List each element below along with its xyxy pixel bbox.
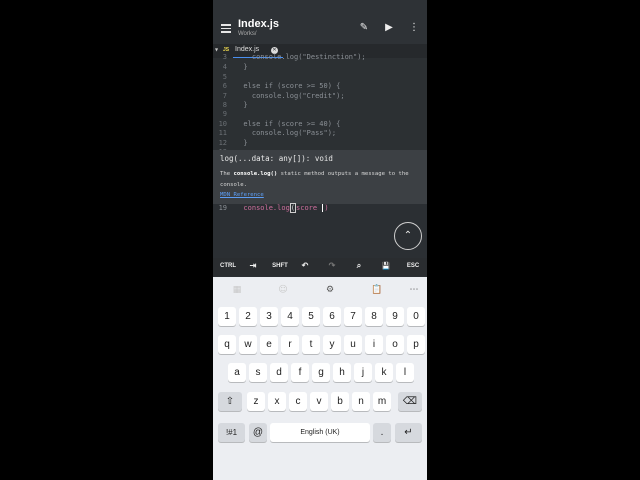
text-cursor bbox=[322, 204, 324, 212]
signature-text: log(...data: any[]): void bbox=[220, 154, 333, 163]
key-c[interactable]: c bbox=[289, 392, 307, 411]
key-b[interactable]: b bbox=[331, 392, 349, 411]
key-2[interactable]: 2 bbox=[239, 307, 257, 326]
esc-key[interactable]: ESC bbox=[405, 263, 421, 269]
key-w[interactable]: w bbox=[239, 335, 257, 354]
symbols-key[interactable]: !#1 bbox=[218, 423, 245, 442]
key-o[interactable]: o bbox=[386, 335, 404, 354]
keyboard-toolbar: ▦ ☺ ⚙ 📋 ⋯ bbox=[213, 277, 427, 303]
search-icon[interactable]: ⌕ bbox=[353, 261, 365, 271]
more-icon[interactable]: ⋮ bbox=[408, 22, 420, 34]
code-line: 11 console.log("Pass"); bbox=[218, 129, 337, 137]
tab-key-icon[interactable]: ⇥ bbox=[245, 261, 261, 270]
key-0[interactable]: 0 bbox=[407, 307, 425, 326]
key-3[interactable]: 3 bbox=[260, 307, 278, 326]
run-icon[interactable]: ▶ bbox=[383, 22, 395, 34]
code-line: 9 bbox=[222, 110, 227, 118]
layout-icon[interactable]: ▦ bbox=[231, 284, 243, 296]
key-x[interactable]: x bbox=[268, 392, 286, 411]
code-line: 4 } bbox=[222, 63, 248, 71]
key-i[interactable]: i bbox=[365, 335, 383, 354]
file-title: Index.js bbox=[238, 18, 279, 30]
settings-gear-icon[interactable]: ⚙ bbox=[324, 284, 336, 296]
code-editor[interactable]: 3 console.log("Destinction"); 4 } 5 6 el… bbox=[213, 53, 427, 156]
key-r[interactable]: r bbox=[281, 335, 299, 354]
key-8[interactable]: 8 bbox=[365, 307, 383, 326]
key-7[interactable]: 7 bbox=[344, 307, 362, 326]
undo-icon[interactable]: ↶ bbox=[299, 261, 311, 270]
edit-icon[interactable]: ✎ bbox=[358, 22, 370, 34]
key-p[interactable]: p bbox=[407, 335, 425, 354]
key-v[interactable]: v bbox=[310, 392, 328, 411]
mdn-reference-link[interactable]: MDN Reference bbox=[220, 192, 264, 198]
key-q[interactable]: q bbox=[218, 335, 236, 354]
more-options-icon[interactable]: ⋯ bbox=[408, 284, 420, 296]
backspace-icon[interactable]: ⌫ bbox=[398, 392, 422, 411]
phone-screen: Index.js Works/ ✎ ▶ ⋮ ▼ JS Index.js ✕ 3 … bbox=[213, 0, 427, 480]
key-n[interactable]: n bbox=[352, 392, 370, 411]
key-h[interactable]: h bbox=[333, 363, 351, 382]
tab-label: Index.js bbox=[235, 46, 260, 53]
key-d[interactable]: d bbox=[270, 363, 288, 382]
file-path: Works/ bbox=[238, 31, 257, 37]
clipboard-icon[interactable]: 📋 bbox=[371, 284, 383, 296]
current-code-line[interactable]: 19 console.log(score ) bbox=[213, 203, 427, 214]
signature-hint-popup: log(...data: any[]): void The console.lo… bbox=[213, 150, 427, 204]
menu-icon[interactable] bbox=[221, 24, 231, 33]
period-key[interactable]: . bbox=[373, 423, 391, 442]
code-line: 6 else if (score >= 50) { bbox=[222, 82, 341, 90]
key-6[interactable]: 6 bbox=[323, 307, 341, 326]
shift-keyboard-icon[interactable]: ⇧ bbox=[218, 392, 242, 411]
key-m[interactable]: m bbox=[373, 392, 391, 411]
key-4[interactable]: 4 bbox=[281, 307, 299, 326]
shift-key[interactable]: SHFT bbox=[270, 263, 290, 269]
scroll-up-fab[interactable]: ⌃ bbox=[394, 222, 422, 250]
key-e[interactable]: e bbox=[260, 335, 278, 354]
key-s[interactable]: s bbox=[249, 363, 267, 382]
code-line: 3 console.log("Destinction"); bbox=[222, 53, 366, 61]
key-1[interactable]: 1 bbox=[218, 307, 236, 326]
key-l[interactable]: l bbox=[396, 363, 414, 382]
key-9[interactable]: 9 bbox=[386, 307, 404, 326]
key-a[interactable]: a bbox=[228, 363, 246, 382]
key-g[interactable]: g bbox=[312, 363, 330, 382]
enter-icon[interactable]: ↵ bbox=[395, 423, 422, 442]
key-j[interactable]: j bbox=[354, 363, 372, 382]
hint-description: The console.log() static method outputs … bbox=[220, 171, 409, 188]
key-5[interactable]: 5 bbox=[302, 307, 320, 326]
save-icon[interactable]: 💾 bbox=[379, 262, 393, 270]
key-y[interactable]: y bbox=[323, 335, 341, 354]
soft-keyboard: ▦ ☺ ⚙ 📋 ⋯ 1 2 3 4 5 6 7 8 9 0 q w e r t … bbox=[213, 277, 427, 480]
at-key[interactable]: @ bbox=[249, 423, 267, 442]
key-t[interactable]: t bbox=[302, 335, 320, 354]
tab-dropdown-icon[interactable]: ▼ bbox=[215, 47, 218, 52]
key-k[interactable]: k bbox=[375, 363, 393, 382]
key-f[interactable]: f bbox=[291, 363, 309, 382]
ctrl-key[interactable]: CTRL bbox=[219, 263, 237, 269]
key-u[interactable]: u bbox=[344, 335, 362, 354]
extra-keys-bar: CTRL ⇥ SHFT ↶ ↷ ⌕ 💾 ESC bbox=[213, 258, 427, 276]
space-bar[interactable]: English (UK) bbox=[270, 423, 370, 442]
key-z[interactable]: z bbox=[247, 392, 265, 411]
app-bar: Index.js Works/ ✎ ▶ ⋮ bbox=[213, 0, 427, 44]
chevron-up-icon: ⌃ bbox=[403, 230, 413, 241]
emoji-icon[interactable]: ☺ bbox=[277, 284, 289, 296]
redo-icon[interactable]: ↷ bbox=[326, 261, 338, 270]
